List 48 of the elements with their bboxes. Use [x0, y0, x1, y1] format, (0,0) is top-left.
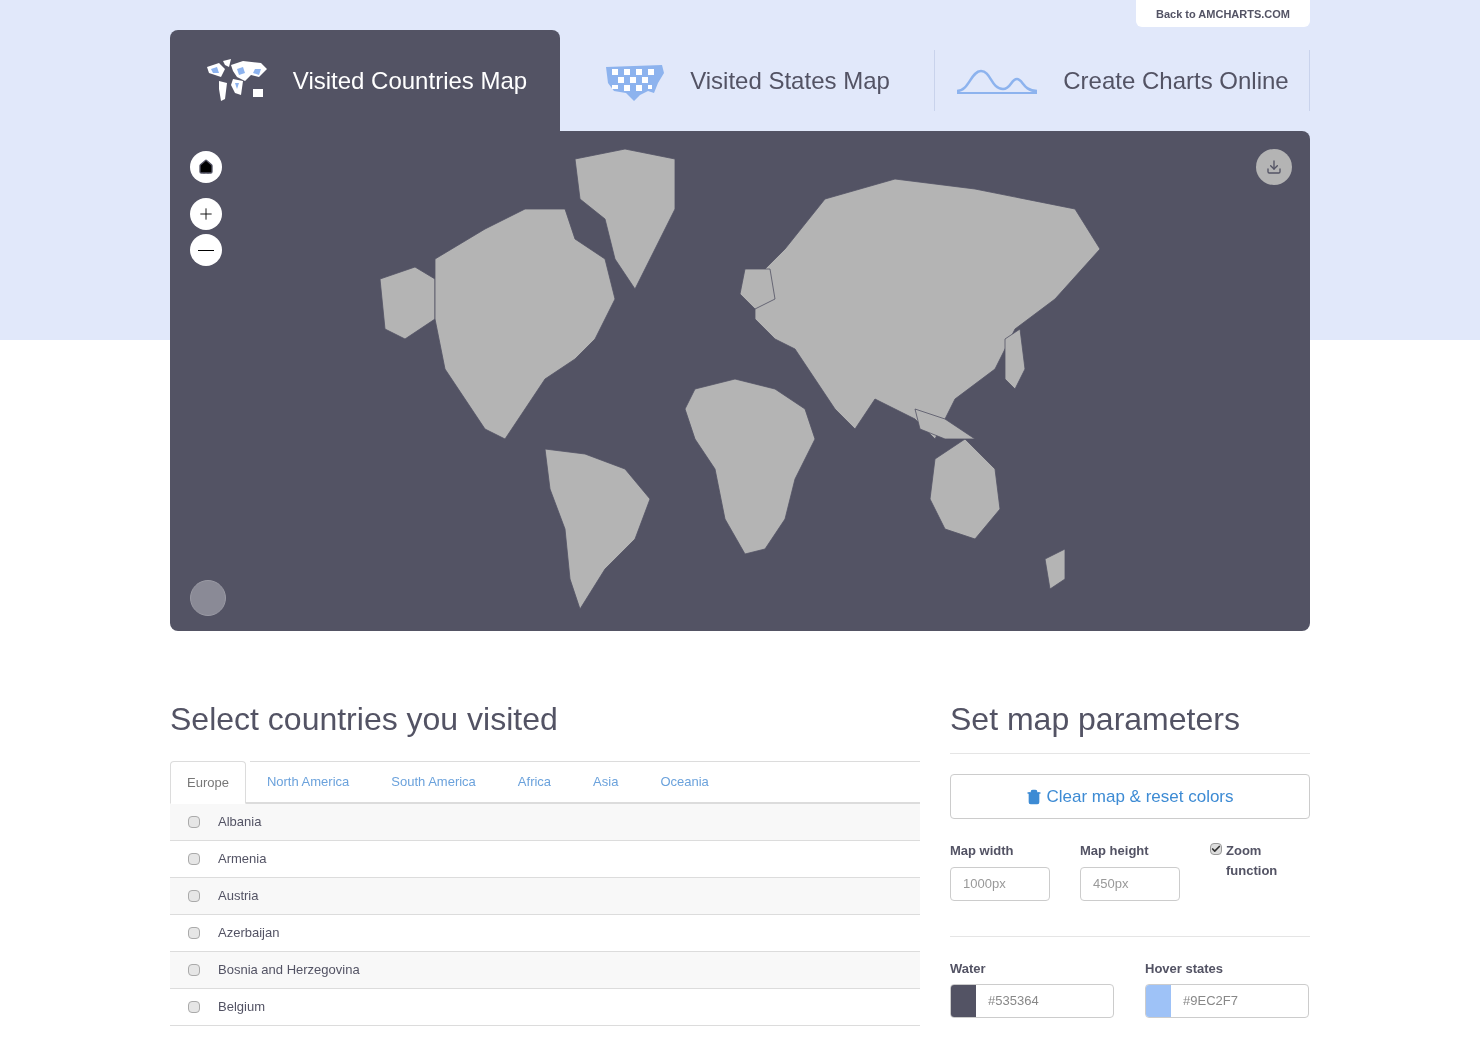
color-field[interactable]: #535364: [950, 984, 1114, 1018]
region-tab[interactable]: Europe: [170, 761, 246, 804]
zoom-out-button[interactable]: [190, 234, 222, 266]
region-tab[interactable]: Oceania: [639, 761, 730, 802]
country-checkbox[interactable]: [188, 964, 200, 976]
country-name: Austria: [218, 887, 259, 906]
minus-icon: [198, 249, 214, 251]
section-title: Select countries you visited: [170, 701, 559, 739]
trash-icon: [1026, 788, 1043, 805]
region-tab[interactable]: North America: [245, 761, 371, 802]
back-link[interactable]: Back to AMCHARTS.COM: [1135, 0, 1310, 27]
country-name: Bosnia and Herzegovina: [218, 961, 360, 980]
plus-icon: [197, 205, 215, 223]
country-checkbox[interactable]: [188, 816, 200, 828]
country-checkbox[interactable]: [188, 1001, 200, 1013]
color-value: #9EC2F7: [1182, 992, 1239, 1010]
country-name: Azerbaijan: [218, 924, 280, 943]
region-tab[interactable]: South America: [370, 761, 497, 802]
download-button[interactable]: [1256, 149, 1292, 185]
region-tab[interactable]: Asia: [572, 761, 640, 802]
zoom-checkbox[interactable]: [1210, 843, 1222, 855]
section-title: Set map parameters: [950, 701, 1310, 754]
nav-tab[interactable]: Create Charts Online: [935, 50, 1310, 111]
size-field[interactable]: 450px: [1080, 866, 1180, 901]
color-swatch[interactable]: [1146, 985, 1171, 1017]
field-label: Map width: [950, 842, 1015, 860]
nav-tab[interactable]: Visited Countries Map: [170, 30, 560, 131]
size-field[interactable]: 1000px: [950, 866, 1050, 901]
clear-map-button[interactable]: Clear map & reset colors: [950, 774, 1310, 819]
region-tab[interactable]: Africa: [496, 761, 573, 802]
country-checkbox[interactable]: [188, 890, 200, 902]
color-value: #535364: [987, 992, 1040, 1010]
country-name: Armenia: [218, 850, 267, 869]
color-field[interactable]: #9EC2F7: [1145, 984, 1309, 1018]
country-checkbox[interactable]: [188, 853, 200, 865]
home-button[interactable]: [190, 151, 222, 183]
color-swatch[interactable]: [951, 985, 976, 1017]
download-icon: [1266, 159, 1282, 175]
zoom-in-button[interactable]: [190, 198, 222, 230]
field-label: Water: [950, 959, 987, 978]
country-name: Albania: [218, 813, 262, 832]
country-name: Belgium: [218, 998, 265, 1017]
zoom-label: Zoom function: [1226, 842, 1279, 880]
home-icon: [198, 159, 214, 175]
country-checkbox[interactable]: [188, 927, 200, 939]
nav-tab[interactable]: Visited States Map: [560, 50, 935, 111]
field-label: Hover states: [1145, 959, 1225, 978]
field-label: Map height: [1080, 842, 1150, 860]
